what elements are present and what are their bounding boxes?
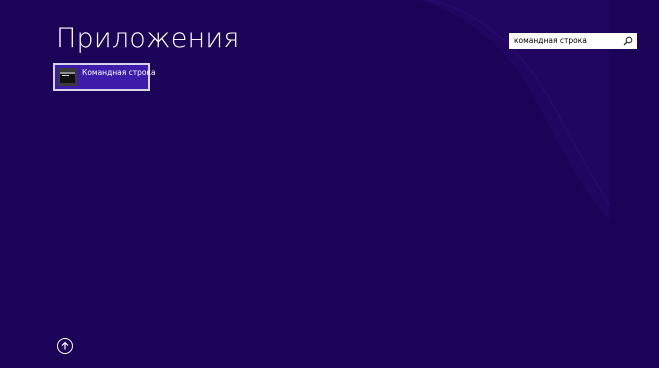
command-prompt-icon	[58, 68, 77, 86]
scroll-up-button[interactable]	[57, 338, 73, 354]
page-title: Приложения	[56, 23, 240, 54]
command-prompt-icon-cursor	[62, 75, 69, 76]
search-result-command-prompt[interactable]: Командная строка	[53, 63, 156, 91]
search-result-label: Командная строка	[82, 68, 156, 77]
search-input[interactable]	[510, 34, 620, 48]
search-icon	[623, 36, 633, 46]
command-prompt-icon-screen	[60, 72, 75, 83]
search-box[interactable]	[509, 33, 637, 49]
search-button[interactable]	[622, 35, 634, 47]
arrow-up-icon	[61, 341, 69, 350]
